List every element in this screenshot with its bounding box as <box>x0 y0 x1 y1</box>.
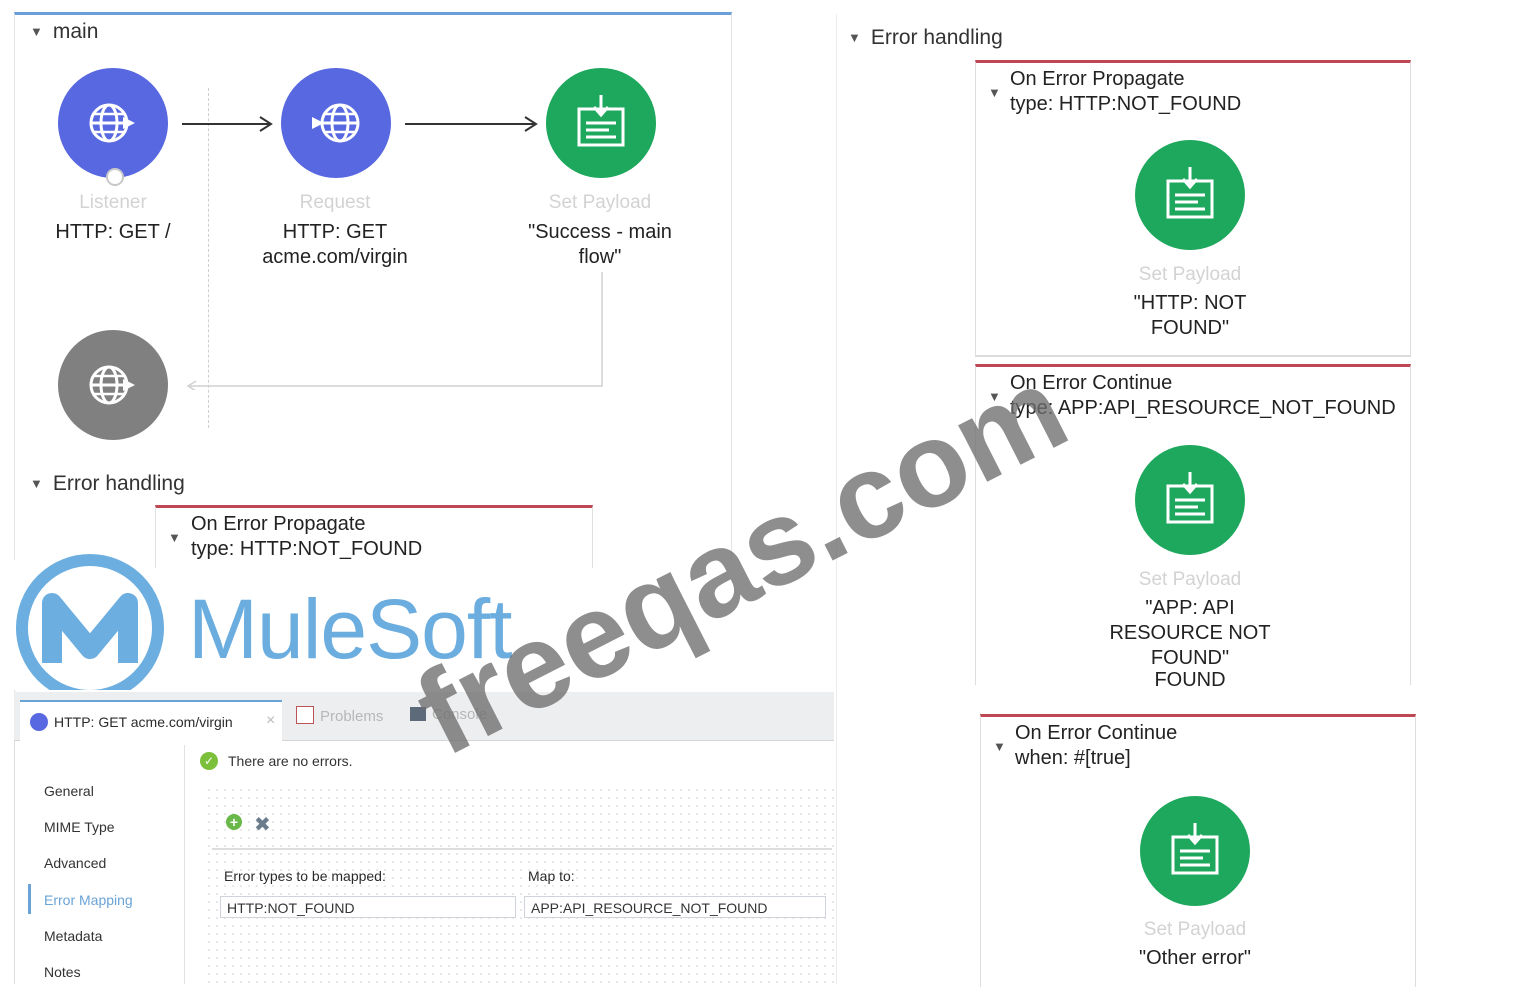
mapping-divider <box>212 848 832 850</box>
response-node[interactable] <box>58 330 168 440</box>
add-mapping-icon[interactable]: + <box>226 814 242 830</box>
mapping-col2-header: Map to: <box>528 868 575 884</box>
problems-icon <box>296 706 314 724</box>
set-payload-node[interactable] <box>1135 140 1245 250</box>
listener-kind-label: Listener <box>79 192 147 213</box>
remove-mapping-icon[interactable]: ✖ <box>254 812 271 837</box>
collapse-triangle-icon[interactable]: ▼ <box>848 30 861 45</box>
clipped-overflow-text: FOUND <box>1154 672 1226 686</box>
http-globe-small-icon <box>30 713 48 731</box>
sidebar-item-metadata[interactable]: Metadata <box>44 928 102 944</box>
close-tab-icon[interactable]: × <box>266 712 275 730</box>
collapse-triangle-icon[interactable]: ▼ <box>168 530 181 545</box>
set-payload-kind-label: Set Payload <box>1138 264 1242 285</box>
request-value-line1: HTTP: GET <box>282 221 388 243</box>
set-payload-value-line2: flow" <box>578 246 622 268</box>
set-payload-node[interactable] <box>1140 796 1250 906</box>
set-payload-value-line2: RESOURCE NOT <box>1109 622 1271 644</box>
collapse-triangle-icon[interactable]: ▼ <box>30 476 43 491</box>
http-response-globe-icon <box>89 365 135 405</box>
set-payload-value-line2: FOUND" <box>1150 317 1230 339</box>
set-payload-value-line1: "APP: API <box>1145 597 1235 619</box>
listener-value-label: HTTP: GET / <box>55 221 171 243</box>
editor-tab-active[interactable]: HTTP: GET acme.com/virgin × <box>20 700 282 744</box>
http-request-globe-icon <box>312 103 360 143</box>
set-payload-node[interactable] <box>546 68 656 178</box>
mapping-col1-header: Error types to be mapped: <box>224 868 386 884</box>
reconnect-icon <box>106 168 124 186</box>
status-ok-icon: ✓ <box>200 752 218 770</box>
main-flow-title[interactable]: ▼ main <box>30 20 98 44</box>
editor-tab-label: HTTP: GET acme.com/virgin <box>54 714 233 730</box>
set-payload-value-line1: "Other error" <box>1138 947 1251 969</box>
set-payload-kind-label: Set Payload <box>548 192 652 213</box>
set-payload-kind-label: Set Payload <box>1143 919 1247 940</box>
sidebar-item-mime-type[interactable]: MIME Type <box>44 819 115 835</box>
error-type-field[interactable]: HTTP:NOT_FOUND <box>220 896 516 918</box>
request-value-line2: acme.com/virgin <box>262 246 408 268</box>
error-mapping-area <box>205 786 835 984</box>
set-payload-icon <box>1166 167 1214 219</box>
map-to-field[interactable]: APP:API_RESOURCE_NOT_FOUND <box>524 896 826 918</box>
right-error-handling-title[interactable]: ▼ Error handling <box>848 26 1003 50</box>
collapse-triangle-icon[interactable]: ▼ <box>30 24 43 39</box>
collapse-triangle-icon[interactable]: ▼ <box>988 85 1001 100</box>
set-payload-icon <box>1171 823 1219 875</box>
sidebar-item-general[interactable]: General <box>44 783 94 799</box>
sidebar-item-error-mapping[interactable]: Error Mapping <box>44 892 133 908</box>
status-message: There are no errors. <box>228 753 353 769</box>
request-node[interactable] <box>281 68 391 178</box>
scope-heading: On Error Continue type: APP:API_RESOURCE… <box>1010 372 1396 419</box>
set-payload-value-line1: "Success - main <box>528 221 672 243</box>
listener-node[interactable] <box>58 68 168 186</box>
set-payload-value-line1: "HTTP: NOT <box>1133 292 1247 314</box>
set-payload-kind-label: Set Payload <box>1138 569 1242 590</box>
set-payload-node[interactable] <box>1135 445 1245 555</box>
flow-arrow <box>182 116 273 132</box>
scope-heading: On Error Continue when: #[true] <box>1015 722 1178 769</box>
set-payload-value-line3: FOUND" <box>1150 647 1230 669</box>
http-listener-globe-icon <box>89 103 135 143</box>
set-payload-icon <box>577 95 625 147</box>
collapse-triangle-icon[interactable]: ▼ <box>993 739 1006 754</box>
mulesoft-m-logo-icon <box>16 554 164 702</box>
sidebar-active-indicator <box>28 884 31 914</box>
main-error-handling-title[interactable]: ▼ Error handling <box>30 472 185 496</box>
sidebar-item-notes[interactable]: Notes <box>44 964 81 980</box>
set-payload-icon <box>1166 472 1214 524</box>
return-path-line <box>186 272 603 390</box>
scope-heading: On Error Propagate type: HTTP:NOT_FOUND <box>1010 68 1242 115</box>
sidebar-item-advanced[interactable]: Advanced <box>44 855 106 871</box>
request-kind-label: Request <box>299 192 371 213</box>
tab-problems[interactable]: Problems <box>296 706 383 725</box>
flow-arrow <box>405 116 538 132</box>
